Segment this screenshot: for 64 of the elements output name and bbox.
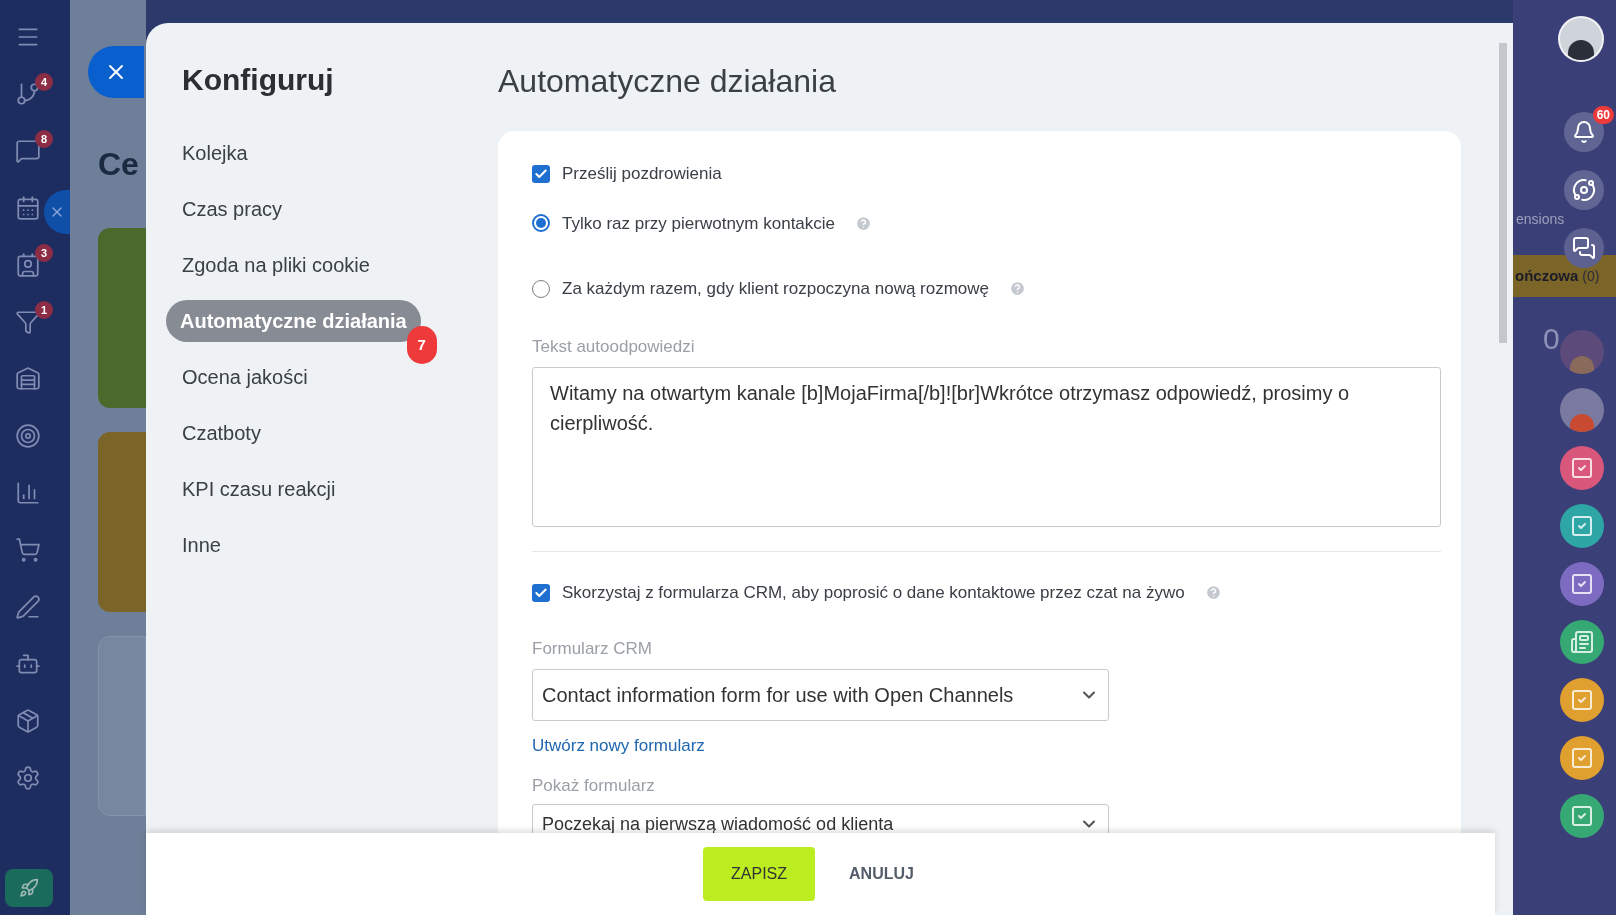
- save-button[interactable]: ZAPISZ: [703, 847, 816, 901]
- count-badge: 3: [35, 244, 53, 262]
- rocket-icon: [19, 878, 39, 898]
- pen-icon[interactable]: [15, 594, 41, 620]
- checkbox[interactable]: [532, 164, 550, 183]
- flow-icon[interactable]: [15, 81, 41, 107]
- radio-label: Za każdym razem, gdy klient rozpoczyna nową rozmowę: [562, 278, 990, 300]
- menu-item[interactable]: Kolejka: [182, 132, 248, 174]
- task-icon[interactable]: [1560, 678, 1604, 722]
- cart-icon[interactable]: [15, 537, 41, 563]
- autoreply-textarea[interactable]: Witamy na otwartym kanale [b]MojaFirma[/b]![br]Wkrótce otrzymasz odpowiedź, prosimy o cierpliwość.: [532, 367, 1441, 527]
- chat-icon[interactable]: [15, 138, 41, 164]
- settings-icon[interactable]: [15, 765, 41, 791]
- task-icon[interactable]: [1560, 446, 1604, 490]
- section-heading: Automatyczne działania: [498, 62, 837, 101]
- user-avatar[interactable]: [1558, 16, 1604, 62]
- menu-item[interactable]: Zgoda na pliki cookie: [182, 244, 370, 286]
- target-icon[interactable]: [15, 423, 41, 449]
- form-select[interactable]: Contact information form for use with Open Channels: [532, 669, 1109, 721]
- checkbox-label: Skorzystaj z formularza CRM, aby poprosić o dane kontaktowe przez czat na żywo: [562, 582, 1185, 604]
- create-form-link[interactable]: Utwórz nowy formularz: [532, 736, 705, 755]
- field-label: Pokaż formularz: [532, 774, 656, 797]
- background-text: (0): [1582, 266, 1600, 286]
- contact-card-icon[interactable]: [15, 252, 41, 278]
- chat-icon[interactable]: [1572, 236, 1596, 260]
- box-icon[interactable]: [15, 708, 41, 734]
- scrollbar[interactable]: [1499, 43, 1507, 343]
- calendar-icon[interactable]: [15, 195, 41, 221]
- count-badge: 8: [35, 130, 53, 148]
- field-label: Tekst autoodpowiedzi: [532, 335, 696, 358]
- count-badge: 1: [35, 301, 53, 319]
- menu-item[interactable]: Czas pracy: [182, 188, 283, 230]
- task-icon[interactable]: [1560, 562, 1604, 606]
- field-label: Formularz CRM: [532, 637, 653, 660]
- background-text: 0: [1543, 321, 1561, 357]
- robot-icon[interactable]: [15, 651, 41, 677]
- task-icon[interactable]: [1560, 620, 1604, 664]
- cancel-button[interactable]: ANULUJ: [825, 847, 938, 901]
- count-badge: 7: [406, 326, 437, 364]
- check-icon: [534, 166, 548, 181]
- task-icon[interactable]: [1560, 504, 1604, 548]
- count-badge: 4: [35, 73, 53, 91]
- menu-item[interactable]: Ocena jakości: [182, 356, 308, 398]
- close-button[interactable]: [88, 46, 144, 98]
- menu-item[interactable]: KPI czasu reakcji: [182, 468, 336, 510]
- check-icon: [534, 585, 548, 600]
- checkbox[interactable]: [532, 583, 550, 602]
- task-icon[interactable]: [1560, 736, 1604, 780]
- background-text: ensions: [1516, 211, 1565, 227]
- task-icon[interactable]: [1560, 794, 1604, 838]
- orbit-icon[interactable]: [1572, 178, 1596, 202]
- menu-item[interactable]: Inne: [182, 524, 221, 566]
- notifications-icon[interactable]: [1572, 120, 1596, 144]
- radio-button[interactable]: [532, 214, 550, 233]
- menu-item[interactable]: Czatboty: [182, 412, 261, 454]
- rocket-button[interactable]: [5, 869, 53, 907]
- page-heading: Ce: [98, 146, 139, 182]
- background-text: ończowa: [1515, 265, 1579, 286]
- warehouse-icon[interactable]: [15, 366, 41, 392]
- panel-title: Konfiguruj: [182, 62, 335, 98]
- bar-chart-icon[interactable]: [15, 480, 41, 506]
- checkbox-label: Prześlij pozdrowienia: [562, 163, 722, 185]
- radio-label: Tylko raz przy pierwotnym kontakcie: [562, 212, 836, 235]
- count-badge: 60: [1592, 106, 1614, 124]
